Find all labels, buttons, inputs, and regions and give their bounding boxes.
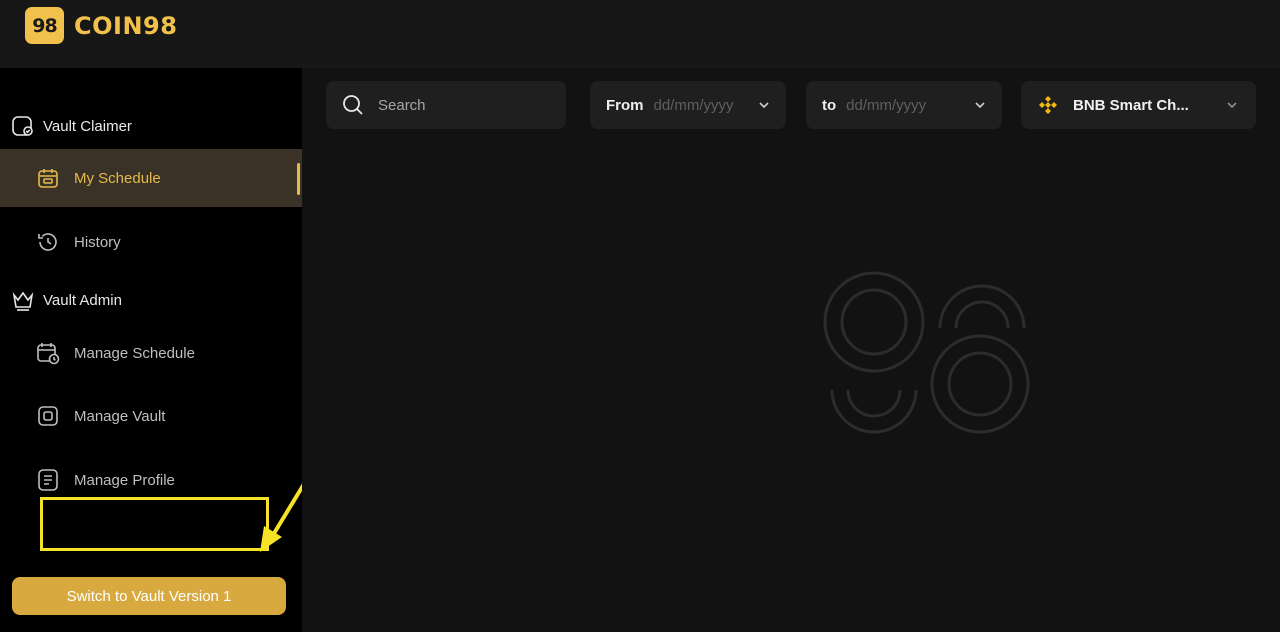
vault-icon — [38, 406, 58, 426]
search-box[interactable] — [326, 81, 566, 129]
logo-badge-text: 98 — [32, 14, 57, 37]
chevron-down-icon — [1227, 102, 1237, 109]
search-icon — [343, 95, 363, 115]
chevron-down-icon — [975, 102, 985, 109]
document-icon — [38, 469, 58, 491]
group-vault-admin: Vault Admin — [11, 289, 122, 311]
top-bar: 98 COIN98 — [0, 0, 1280, 68]
calendar-clock-icon — [37, 343, 60, 365]
sidebar-item-manage-schedule[interactable]: Manage Schedule — [0, 324, 302, 382]
sidebar-item-label: Manage Schedule — [74, 344, 195, 362]
calendar-icon — [38, 169, 58, 188]
main-content: From dd/mm/yyyy to dd/mm/yyyy BNB Smart … — [302, 68, 1280, 632]
sidebar-item-label: My Schedule — [74, 169, 161, 187]
sidebar-item-my-schedule[interactable]: My Schedule — [0, 149, 302, 207]
sidebar-item-label: Manage Vault — [74, 407, 166, 425]
search-input[interactable] — [378, 96, 548, 114]
chevron-down-icon — [759, 102, 769, 109]
crown-icon — [12, 291, 34, 311]
from-date-placeholder: dd/mm/yyyy — [653, 96, 734, 114]
vault-claimer-icon — [12, 116, 33, 136]
sidebar-item-history[interactable]: History — [0, 213, 302, 271]
from-label: From — [606, 96, 644, 114]
coin98-logo[interactable]: 98 COIN98 — [25, 7, 177, 44]
to-date-picker[interactable]: to dd/mm/yyyy — [806, 81, 1002, 129]
to-date-placeholder: dd/mm/yyyy — [846, 96, 927, 114]
coin98-watermark-icon — [823, 271, 1030, 434]
history-icon — [38, 233, 57, 251]
network-select[interactable]: BNB Smart Ch... — [1021, 81, 1256, 129]
group-vault-claimer: Vault Claimer — [11, 115, 132, 137]
logo-badge: 98 — [25, 7, 64, 44]
bnb-icon — [1039, 96, 1057, 114]
logo-text: COIN98 — [74, 11, 178, 40]
to-label: to — [822, 96, 837, 114]
sidebar-item-label: Manage Profile — [74, 471, 175, 489]
switch-vault-version-button[interactable]: Switch to Vault Version 1 — [12, 577, 286, 615]
from-date-picker[interactable]: From dd/mm/yyyy — [590, 81, 786, 129]
network-name: BNB Smart Ch... — [1073, 96, 1189, 114]
active-indicator — [297, 163, 300, 195]
sidebar-item-label: History — [74, 233, 121, 251]
group-title-label: Vault Claimer — [43, 117, 132, 135]
group-title-label: Vault Admin — [43, 291, 122, 309]
